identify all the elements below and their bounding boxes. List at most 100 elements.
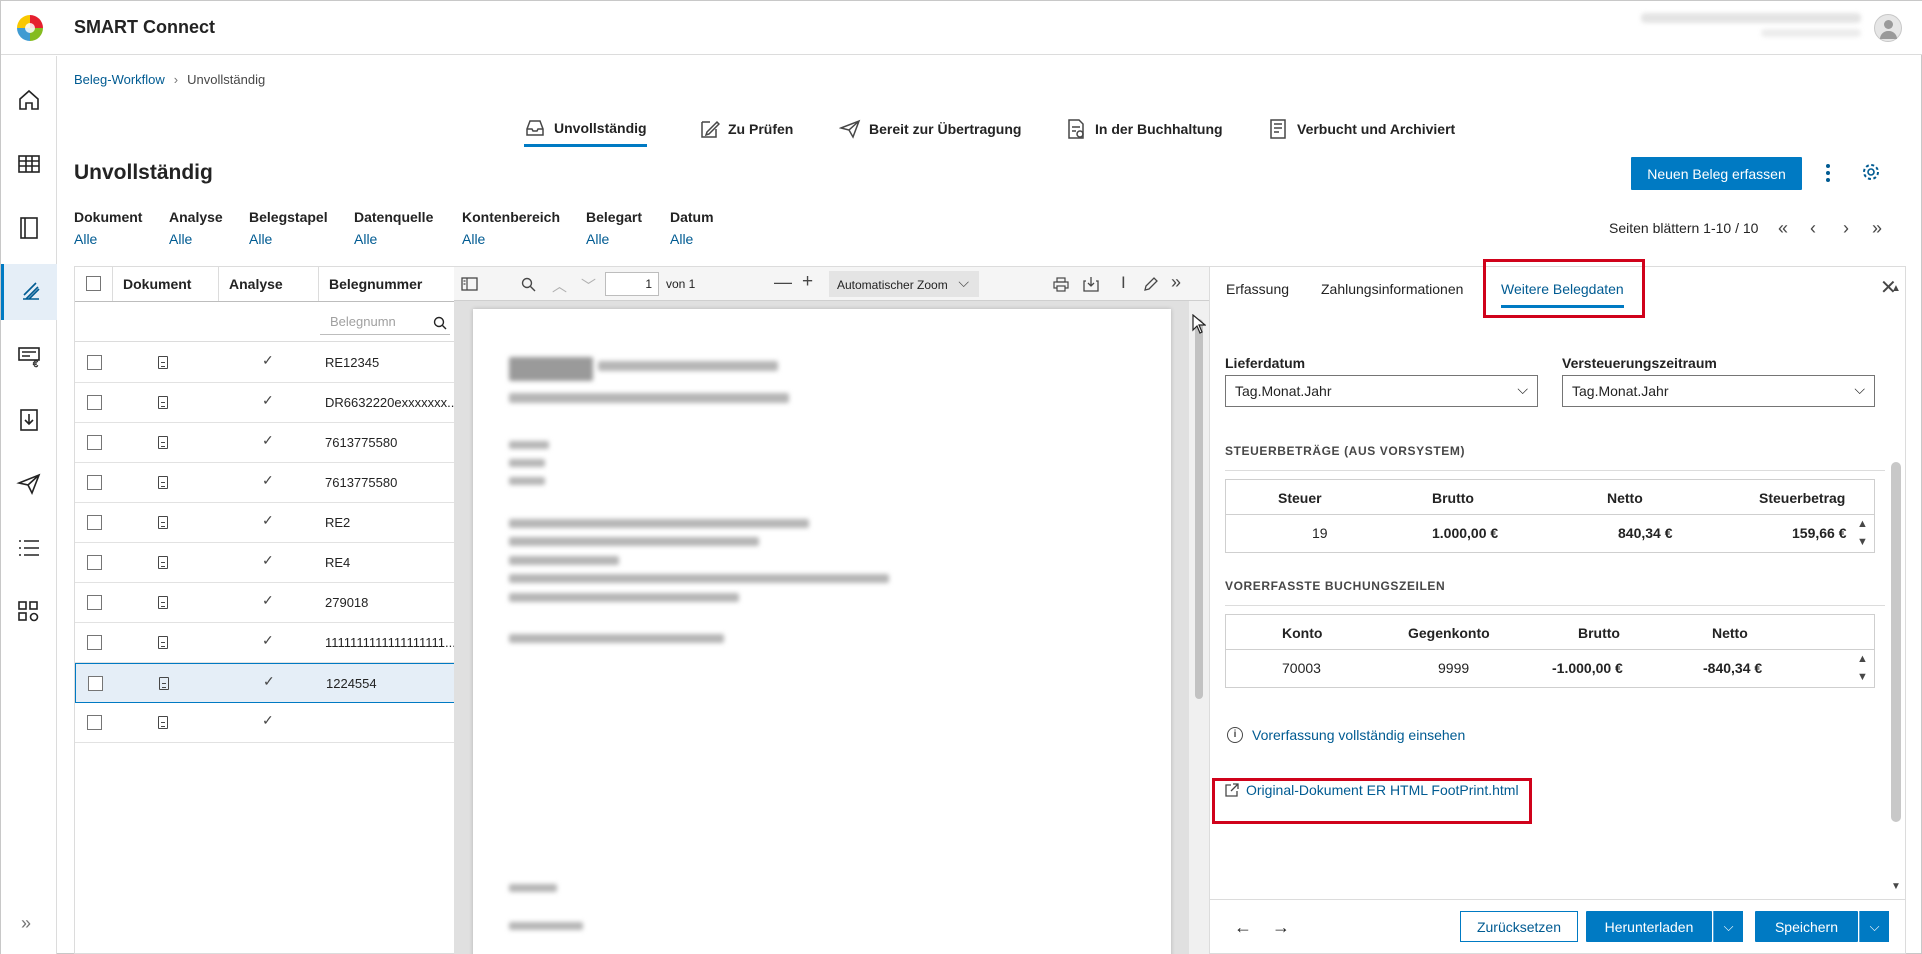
tab-erfassung[interactable]: Erfassung xyxy=(1226,281,1289,297)
document-icon[interactable] xyxy=(158,596,168,609)
previous-beleg-icon[interactable]: ← xyxy=(1234,917,1252,938)
search-icon[interactable] xyxy=(433,316,447,330)
text-select-icon[interactable]: I xyxy=(1121,273,1126,293)
tab-bereit-zur-uebertragung[interactable]: Bereit zur Übertragung xyxy=(839,111,1021,147)
scroll-down-icon[interactable]: ▼ xyxy=(1857,671,1868,683)
sidebar-list-icon[interactable] xyxy=(1,520,57,576)
reset-button[interactable]: Zurücksetzen xyxy=(1460,911,1578,942)
table-row[interactable]: ✓ RE4 xyxy=(75,543,454,583)
zoom-select[interactable]: Automatischer Zoom xyxy=(829,271,979,297)
tab-zu-pruefen[interactable]: Zu Prüfen xyxy=(698,111,793,147)
row-checkbox[interactable] xyxy=(87,515,102,530)
panel-scroll-thumb[interactable] xyxy=(1891,462,1901,822)
document-icon[interactable] xyxy=(158,716,168,729)
last-page-icon[interactable]: » xyxy=(1872,218,1882,239)
row-checkbox[interactable] xyxy=(87,555,102,570)
filter-datum[interactable]: Datum Alle xyxy=(670,209,714,247)
row-checkbox[interactable] xyxy=(87,475,102,490)
prev-page-icon[interactable]: ‹ xyxy=(1810,218,1816,239)
gear-icon[interactable] xyxy=(1862,163,1880,181)
document-icon[interactable] xyxy=(158,396,168,409)
sidebar-toggle-icon[interactable] xyxy=(461,277,478,291)
row-checkbox[interactable] xyxy=(87,635,102,650)
tab-in-der-buchhaltung[interactable]: In der Buchhaltung xyxy=(1065,111,1223,147)
download-options-chevron-icon[interactable]: ⌵ xyxy=(1713,911,1743,942)
filter-belegart[interactable]: Belegart Alle xyxy=(586,209,642,247)
select-all-checkbox[interactable] xyxy=(86,276,101,291)
table-row[interactable]: ✓ DR6632220exxxxxxx.. xyxy=(75,383,454,423)
filter-kontenbereich[interactable]: Kontenbereich Alle xyxy=(462,209,560,247)
scroll-up-icon[interactable]: ▲ xyxy=(1857,518,1868,530)
sidebar-home-icon[interactable] xyxy=(1,72,57,128)
tab-zahlungsinformationen[interactable]: Zahlungsinformationen xyxy=(1321,281,1463,297)
row-checkbox[interactable] xyxy=(87,715,102,730)
filter-belegstapel[interactable]: Belegstapel Alle xyxy=(249,209,328,247)
next-beleg-icon[interactable]: → xyxy=(1272,917,1290,938)
panel-scroll-up-icon[interactable]: ▲ xyxy=(1891,283,1901,294)
scroll-down-icon[interactable]: ▼ xyxy=(1857,536,1868,548)
scroll-up-icon[interactable]: ▲ xyxy=(1857,653,1868,665)
table-row[interactable]: ✓ 1111111111111111111... xyxy=(75,623,454,663)
table-row[interactable]: ✓ xyxy=(75,703,454,743)
column-header-analyse[interactable]: Analyse xyxy=(219,267,319,301)
zoom-in-icon[interactable]: + xyxy=(802,271,813,293)
breadcrumb-root-link[interactable]: Beleg-Workflow xyxy=(74,72,165,87)
filter-value[interactable]: Alle xyxy=(670,231,714,247)
table-row[interactable]: ✓ 279018 xyxy=(75,583,454,623)
sidebar-book-icon[interactable] xyxy=(1,200,57,256)
avatar-icon[interactable] xyxy=(1874,14,1902,42)
sidebar-send-icon[interactable] xyxy=(1,456,57,512)
new-beleg-button[interactable]: Neuen Beleg erfassen xyxy=(1631,157,1802,190)
sidebar-invoice-icon[interactable]: € xyxy=(1,328,57,384)
filter-analyse[interactable]: Analyse Alle xyxy=(169,209,223,247)
original-document-link[interactable]: Original-Dokument ER HTML FootPrint.html xyxy=(1225,782,1519,798)
document-icon[interactable] xyxy=(158,436,168,449)
save-options-chevron-icon[interactable]: ⌵ xyxy=(1859,911,1889,942)
viewer-scroll-thumb[interactable] xyxy=(1195,319,1203,699)
table-row[interactable]: ✓ 7613775580 xyxy=(75,423,454,463)
document-icon[interactable] xyxy=(158,516,168,529)
document-icon[interactable] xyxy=(158,556,168,569)
sidebar-table-icon[interactable] xyxy=(1,136,57,192)
table-row-selected[interactable]: ✓ 1224554 xyxy=(75,663,454,703)
document-icon[interactable] xyxy=(159,677,169,690)
document-icon[interactable] xyxy=(158,476,168,489)
sidebar-beleg-workflow-icon[interactable] xyxy=(1,264,57,320)
previous-page-icon[interactable]: ︿ xyxy=(552,275,567,296)
search-icon[interactable] xyxy=(521,277,536,292)
more-tools-icon[interactable]: » xyxy=(1171,272,1181,293)
panel-scroll-down-icon[interactable]: ▼ xyxy=(1891,881,1901,892)
download-icon[interactable] xyxy=(1083,276,1099,292)
vorerfassung-link-text[interactable]: Vorerfassung vollständig einsehen xyxy=(1252,727,1465,743)
filter-value[interactable]: Alle xyxy=(354,231,433,247)
filter-value[interactable]: Alle xyxy=(169,231,223,247)
page-number-input[interactable]: 1 xyxy=(605,272,659,296)
table-row[interactable]: ✓ 7613775580 xyxy=(75,463,454,503)
document-icon[interactable] xyxy=(158,636,168,649)
row-checkbox[interactable] xyxy=(87,435,102,450)
download-button[interactable]: Herunterladen xyxy=(1586,911,1712,942)
print-icon[interactable] xyxy=(1053,277,1069,292)
table-row[interactable]: ✓ RE12345 xyxy=(75,343,454,383)
belegnummer-search-input[interactable]: Belegnumn xyxy=(320,309,450,335)
filter-value[interactable]: Alle xyxy=(74,231,142,247)
row-checkbox[interactable] xyxy=(87,355,102,370)
sidebar-expand-icon[interactable]: » xyxy=(21,913,31,934)
row-checkbox[interactable] xyxy=(88,676,103,691)
filter-value[interactable]: Alle xyxy=(586,231,642,247)
zoom-out-icon[interactable]: — xyxy=(774,272,792,293)
original-document-link-text[interactable]: Original-Dokument ER HTML FootPrint.html xyxy=(1246,782,1519,798)
row-checkbox[interactable] xyxy=(87,395,102,410)
filter-value[interactable]: Alle xyxy=(249,231,328,247)
document-icon[interactable] xyxy=(158,356,168,369)
next-page-icon[interactable]: ﹀ xyxy=(581,275,596,296)
row-checkbox[interactable] xyxy=(87,595,102,610)
save-button[interactable]: Speichern xyxy=(1755,911,1858,942)
vorerfassung-link[interactable]: i Vorerfassung vollständig einsehen xyxy=(1227,727,1465,743)
sidebar-import-icon[interactable] xyxy=(1,392,57,448)
pen-icon[interactable] xyxy=(1143,276,1159,292)
filter-datenquelle[interactable]: Datenquelle Alle xyxy=(354,209,433,247)
first-page-icon[interactable]: « xyxy=(1778,218,1788,239)
tab-verbucht-und-archiviert[interactable]: Verbucht und Archiviert xyxy=(1267,111,1455,147)
table-row[interactable]: ✓ RE2 xyxy=(75,503,454,543)
